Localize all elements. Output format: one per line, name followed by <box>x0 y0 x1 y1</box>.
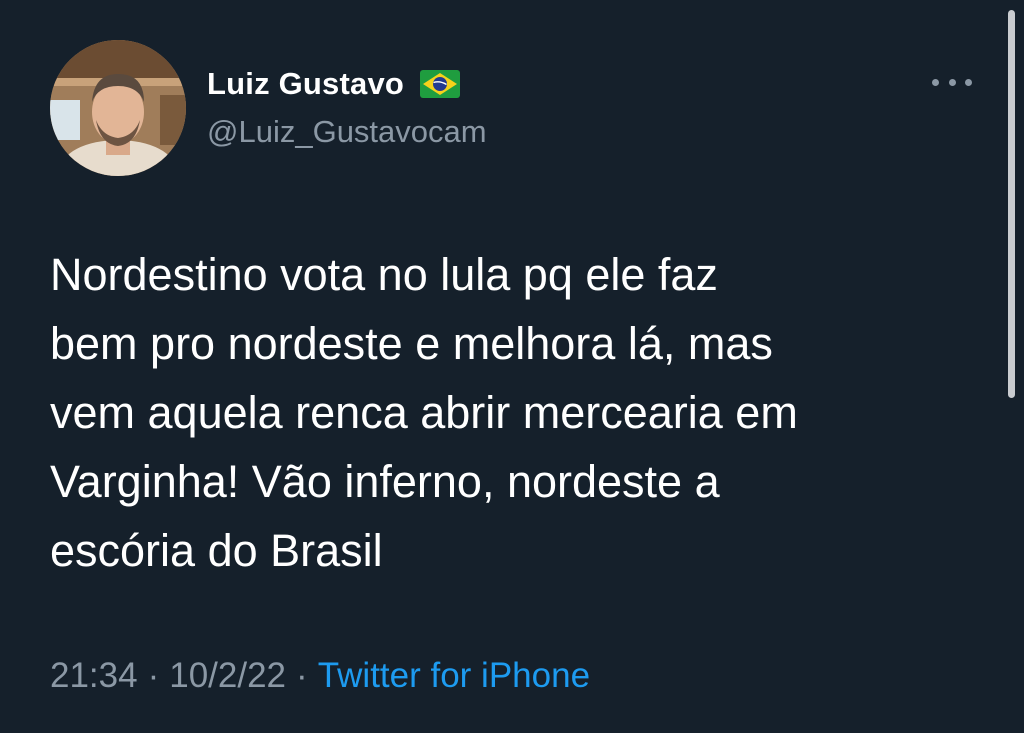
tweet-text-line: vem aquela renca abrir mercearia em <box>50 387 798 438</box>
tweet-meta: 21:34 · 10/2/22 · Twitter for iPhone <box>50 656 590 696</box>
meta-separator: · <box>147 656 160 695</box>
tweet-text-line: Varginha! Vão inferno, nordeste a <box>50 456 720 507</box>
more-dot <box>965 78 972 86</box>
more-dot <box>932 78 939 86</box>
tweet-text-line: escória do Brasil <box>50 525 383 576</box>
avatar-image <box>50 40 186 176</box>
user-handle[interactable]: @Luiz_Gustavocam <box>207 114 487 150</box>
scrollbar[interactable] <box>1008 10 1015 398</box>
tweet-text-line: bem pro nordeste e melhora lá, mas <box>50 318 773 369</box>
tweet-date[interactable]: 10/2/22 <box>169 656 286 696</box>
tweet-container: Luiz Gustavo @Luiz_Gustavocam Nordestino… <box>0 0 1024 733</box>
avatar[interactable] <box>50 40 186 176</box>
more-options-icon[interactable] <box>932 70 972 94</box>
tweet-text: Nordestino vota no lula pq ele faz bem p… <box>50 240 970 585</box>
tweet-text-line: Nordestino vota no lula pq ele faz <box>50 249 718 300</box>
tweet-source-link[interactable]: Twitter for iPhone <box>318 656 590 696</box>
tweet-time[interactable]: 21:34 <box>50 656 138 696</box>
brazil-flag-icon <box>420 70 461 98</box>
meta-separator: · <box>296 656 308 695</box>
display-name[interactable]: Luiz Gustavo <box>207 66 404 102</box>
more-dot <box>948 78 956 86</box>
display-name-row[interactable]: Luiz Gustavo <box>207 64 461 104</box>
